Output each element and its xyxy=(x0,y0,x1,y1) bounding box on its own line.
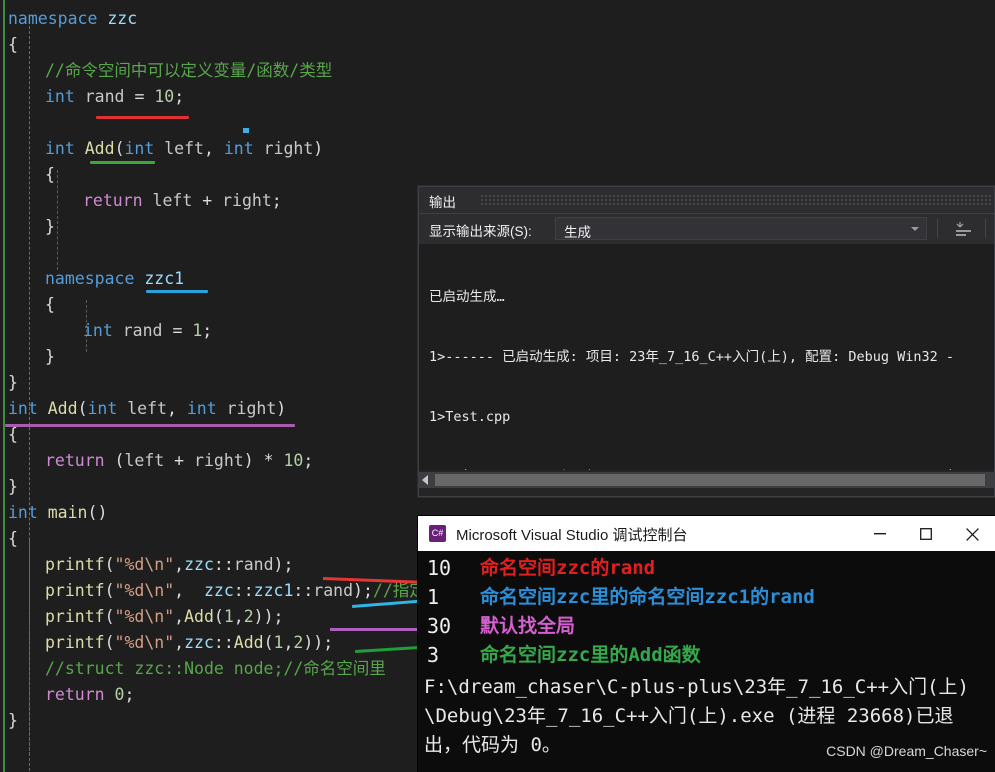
code-line[interactable]: } xyxy=(8,370,18,396)
screen-root: namespace zzc { //命令空间中可以定义变量/函数/类型 int … xyxy=(0,0,995,772)
output-toolbar: 显示输出来源(S): 生成 xyxy=(419,214,994,245)
code-line[interactable]: //struct zzc::Node node;//命名空间里 xyxy=(45,656,386,682)
code-line[interactable]: //命令空间中可以定义变量/函数/类型 xyxy=(45,58,332,84)
console-title: Microsoft Visual Studio 调试控制台 xyxy=(456,527,688,544)
console-annotation: 默认找全局 xyxy=(480,615,576,637)
indent-guide xyxy=(57,170,58,270)
output-horizontal-scrollbar[interactable] xyxy=(419,472,994,488)
console-annotation: 命名空间zzc里的命名空间zzc1的rand xyxy=(480,586,815,608)
code-line[interactable]: namespace zzc1 xyxy=(45,266,184,292)
output-panel[interactable]: 输出 显示输出来源(S): 生成 已启动生成… 1>------ 已启动生成: … xyxy=(418,186,995,497)
code-line[interactable]: namespace zzc xyxy=(8,6,137,32)
code-line[interactable]: return 0; xyxy=(45,682,134,708)
tabstrip-texture xyxy=(481,195,992,205)
code-line[interactable]: printf("%d\n",zzc::rand); xyxy=(45,552,293,578)
clear-output-icon[interactable] xyxy=(953,219,975,239)
output-line: 1>------ 已启动生成: 项目: 23年_7_16_C++入门(上), 配… xyxy=(429,349,954,365)
maximize-button[interactable] xyxy=(903,516,949,551)
output-source-select[interactable]: 生成 xyxy=(555,217,927,240)
code-line[interactable]: } xyxy=(8,708,18,734)
code-line[interactable]: int rand = 1; xyxy=(83,318,212,344)
code-line[interactable]: printf("%d\n",zzc::Add(1,2)); xyxy=(45,630,333,656)
code-line[interactable]: } xyxy=(45,214,55,240)
close-button[interactable] xyxy=(949,516,995,551)
minimize-button[interactable] xyxy=(857,516,903,551)
visual-studio-icon: C# xyxy=(429,525,446,542)
output-line: 已启动生成… xyxy=(429,289,505,305)
code-line[interactable]: return left + right; xyxy=(83,188,282,214)
console-value: 10 xyxy=(427,556,452,580)
code-line[interactable]: printf("%d\n", zzc::zzc1::rand);//指定 xyxy=(45,578,426,604)
watermark-text: CSDN @Dream_Chaser~ xyxy=(826,743,987,759)
code-line[interactable]: { xyxy=(45,292,55,318)
scroll-left-icon[interactable] xyxy=(422,475,428,485)
console-annotation: 命名空间zzc的rand xyxy=(480,557,656,579)
toolbar-separator xyxy=(985,219,986,238)
zzc1-cyan-underline xyxy=(146,290,208,293)
console-titlebar[interactable]: C# Microsoft Visual Studio 调试控制台 xyxy=(418,516,995,552)
code-line[interactable]: { xyxy=(8,32,18,58)
code-line[interactable]: printf("%d\n",Add(1,2)); xyxy=(45,604,283,630)
toolbar-separator xyxy=(937,219,938,238)
caret-marker-icon xyxy=(243,128,249,133)
console-annotation: 命名空间zzc里的Add函数 xyxy=(480,644,701,666)
code-line[interactable]: { xyxy=(45,162,55,188)
code-line[interactable]: } xyxy=(45,344,55,370)
code-line[interactable]: int main() xyxy=(8,500,107,526)
code-line[interactable]: { xyxy=(8,526,18,552)
indent-guide xyxy=(29,540,30,755)
change-indicator-bar xyxy=(3,0,5,772)
output-line: 1>23年_7_16_C++入门(上).vcxproj -> F:\dream_… xyxy=(429,467,994,470)
tab-output[interactable]: 输出 xyxy=(429,191,456,211)
console-window[interactable]: C# Microsoft Visual Studio 调试控制台 10 命名空间… xyxy=(418,516,995,772)
rand-red-underline xyxy=(96,116,189,119)
code-line[interactable]: int rand = 10; xyxy=(45,84,184,110)
console-value: 30 xyxy=(427,614,452,638)
console-value: 3 xyxy=(427,643,440,667)
global-add-purple-underline xyxy=(5,424,295,427)
chevron-down-icon[interactable] xyxy=(911,227,919,231)
console-value: 1 xyxy=(427,585,440,609)
output-source-label: 显示输出来源(S): xyxy=(429,224,532,239)
code-line[interactable]: int Add(int left, int right) xyxy=(45,136,323,162)
output-tab-strip: 输出 xyxy=(419,187,994,214)
add-green-underline xyxy=(90,161,155,164)
code-line[interactable]: } xyxy=(8,474,18,500)
output-source-value: 生成 xyxy=(564,225,591,240)
output-text-area[interactable]: 已启动生成… 1>------ 已启动生成: 项目: 23年_7_16_C++入… xyxy=(419,244,994,470)
code-line[interactable]: return (left + right) * 10; xyxy=(45,448,313,474)
scrollbar-thumb[interactable] xyxy=(435,474,985,486)
console-output-area[interactable]: 10 命名空间zzc的rand 1 命名空间zzc里的命名空间zzc1的rand… xyxy=(418,551,995,772)
output-line: 1>Test.cpp xyxy=(429,409,511,425)
code-line[interactable]: int Add(int left, int right) xyxy=(8,396,286,422)
